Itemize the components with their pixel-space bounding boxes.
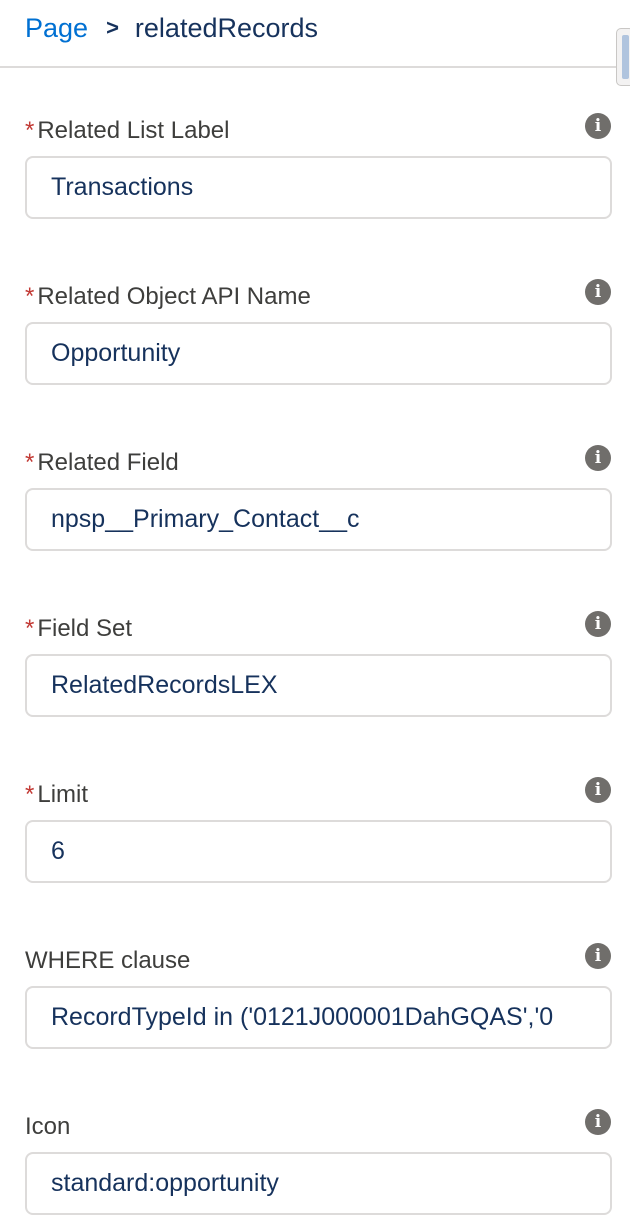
field-label: * Related Field xyxy=(25,449,179,476)
breadcrumb-page-link[interactable]: Page xyxy=(25,12,88,44)
field-label: * Limit xyxy=(25,781,89,808)
info-icon[interactable]: i xyxy=(585,611,611,637)
field-label: * Field Set xyxy=(25,615,133,642)
limit-input[interactable] xyxy=(25,820,612,883)
panel-header: Page > relatedRecords xyxy=(0,0,630,86)
scrollbar-handle[interactable] xyxy=(616,28,630,86)
required-marker: * xyxy=(25,283,35,310)
icon-input[interactable] xyxy=(25,1152,612,1215)
info-icon[interactable]: i xyxy=(585,777,611,803)
related-field-input[interactable] xyxy=(25,488,612,551)
related-object-api-name-input[interactable] xyxy=(25,322,612,385)
info-icon[interactable]: i xyxy=(585,113,611,139)
where-clause-input[interactable] xyxy=(25,986,612,1049)
breadcrumb-current: relatedRecords xyxy=(134,13,319,43)
required-marker: * xyxy=(25,449,35,476)
breadcrumb: Page > relatedRecords xyxy=(25,12,318,44)
breadcrumb-separator: > xyxy=(106,15,119,40)
required-marker: * xyxy=(25,781,35,808)
info-icon[interactable]: i xyxy=(585,445,611,471)
field-set-input[interactable] xyxy=(25,654,612,717)
info-icon[interactable]: i xyxy=(585,279,611,305)
field-label: * Related Object API Name xyxy=(25,283,311,310)
field-label: * Related List Label xyxy=(25,117,230,144)
field-label: WHERE clause xyxy=(25,947,191,974)
info-icon[interactable]: i xyxy=(585,1109,611,1135)
required-marker: * xyxy=(25,615,35,642)
field-label: Icon xyxy=(25,1113,71,1140)
related-list-label-input[interactable] xyxy=(25,156,612,219)
required-marker: * xyxy=(25,117,35,144)
info-icon[interactable]: i xyxy=(585,943,611,969)
property-panel: Page > relatedRecords * Related List Labe… xyxy=(0,0,630,1221)
